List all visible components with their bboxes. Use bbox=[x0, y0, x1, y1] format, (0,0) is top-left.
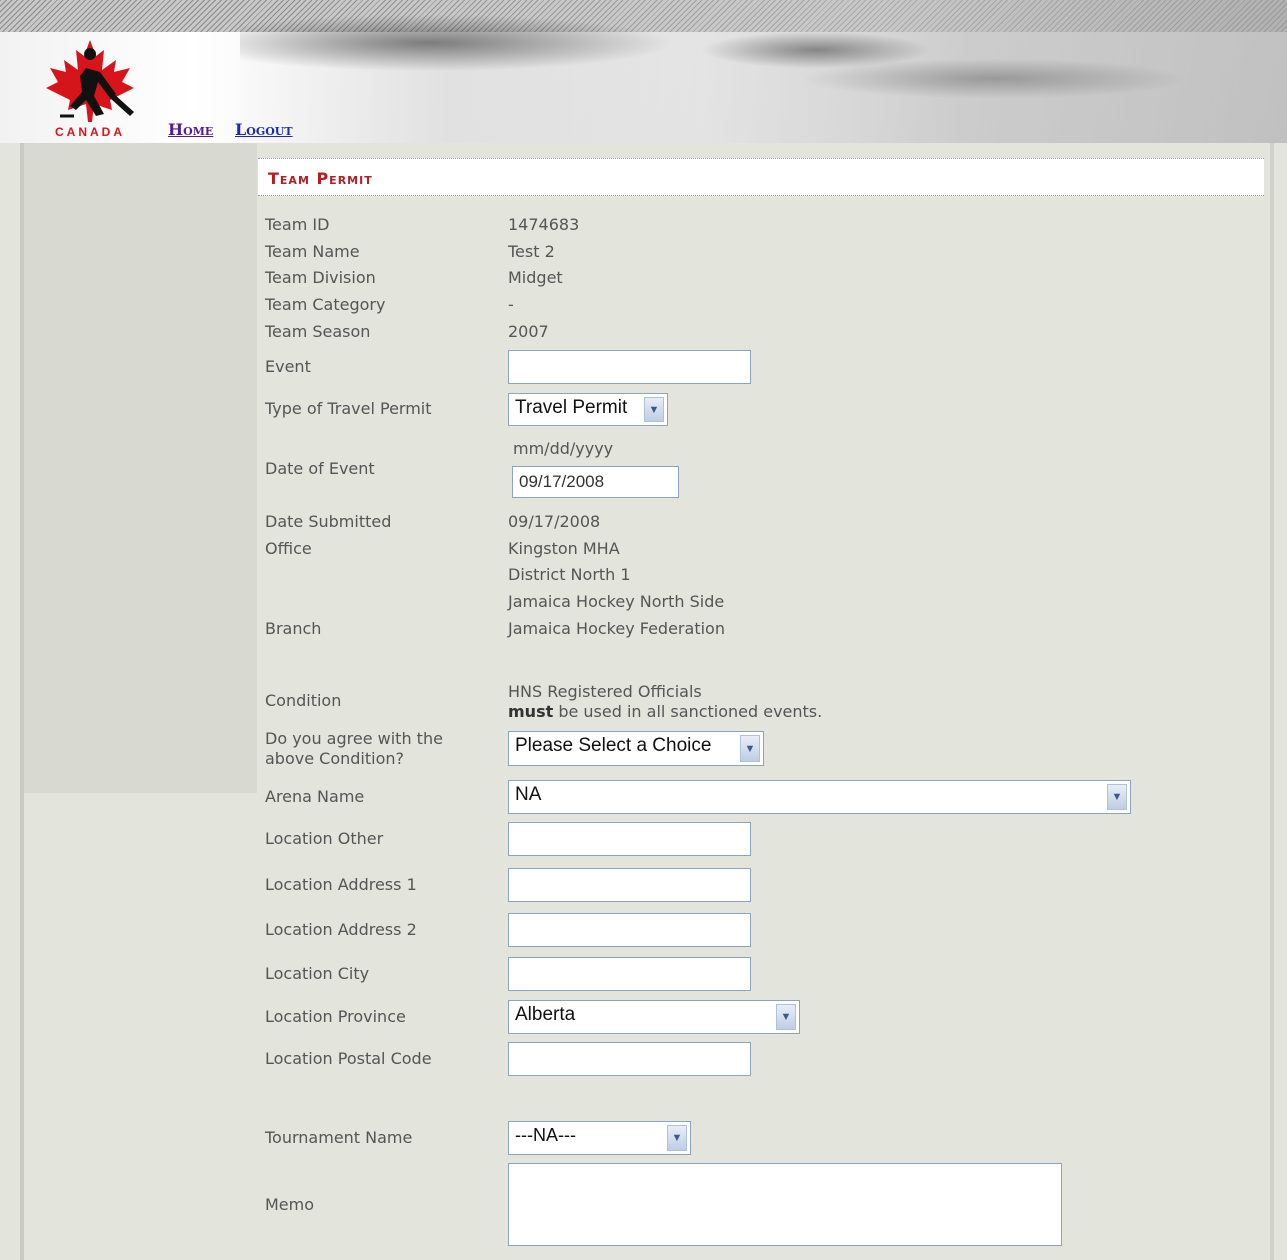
location-address-1-input[interactable] bbox=[508, 868, 751, 902]
location-address-1-label: Location Address 1 bbox=[265, 875, 417, 894]
team-category-label: Team Category bbox=[265, 295, 386, 314]
travel-permit-type-select[interactable]: Travel Permit ▼ bbox=[508, 393, 668, 426]
tournament-name-select[interactable]: ---NA--- ▼ bbox=[508, 1121, 691, 1155]
condition-line-2-rest: be used in all sanctioned events. bbox=[553, 702, 823, 721]
team-category-value: - bbox=[508, 295, 514, 314]
team-id-label: Team ID bbox=[265, 215, 330, 234]
location-other-input[interactable] bbox=[508, 822, 751, 856]
team-division-value: Midget bbox=[508, 268, 563, 287]
chevron-down-icon[interactable]: ▼ bbox=[644, 397, 664, 422]
date-of-event-label: Date of Event bbox=[265, 459, 375, 478]
branch-value: Jamaica Hockey Federation bbox=[508, 619, 725, 638]
location-city-label: Location City bbox=[265, 964, 370, 983]
arena-name-label: Arena Name bbox=[265, 787, 365, 806]
arena-name-select[interactable]: NA ▼ bbox=[508, 780, 1131, 814]
branch-label: Branch bbox=[265, 619, 322, 638]
location-address-2-label: Location Address 2 bbox=[265, 920, 417, 939]
nav-home-link[interactable]: Home bbox=[168, 120, 213, 139]
agree-label-line-2: above Condition? bbox=[265, 749, 404, 768]
memo-textarea[interactable] bbox=[508, 1163, 1062, 1246]
team-division-label: Team Division bbox=[265, 268, 376, 287]
location-city-input[interactable] bbox=[508, 957, 751, 991]
location-province-selected: Alberta bbox=[515, 1004, 576, 1025]
event-label: Event bbox=[265, 357, 311, 376]
team-name-value: Test 2 bbox=[508, 242, 555, 261]
condition-line-1: HNS Registered Officials bbox=[508, 682, 702, 701]
location-address-2-input[interactable] bbox=[508, 913, 751, 947]
team-name-label: Team Name bbox=[265, 242, 360, 261]
page-title-bar: Team Permit bbox=[258, 158, 1264, 196]
office-line-1: Kingston MHA bbox=[508, 539, 620, 558]
team-season-value: 2007 bbox=[508, 322, 549, 341]
hockey-canada-logo-icon[interactable]: CANADA bbox=[30, 36, 150, 140]
nav-logout-link[interactable]: Logout bbox=[235, 120, 293, 139]
logo-text: CANADA bbox=[55, 125, 125, 139]
office-label: Office bbox=[265, 539, 312, 558]
date-of-event-input[interactable] bbox=[512, 466, 679, 498]
team-id-value: 1474683 bbox=[508, 215, 580, 234]
location-postal-code-label: Location Postal Code bbox=[265, 1049, 432, 1068]
office-line-2: District North 1 bbox=[508, 565, 631, 584]
condition-label: Condition bbox=[265, 691, 342, 710]
chevron-down-icon[interactable]: ▼ bbox=[740, 735, 760, 762]
location-other-label: Location Other bbox=[265, 829, 384, 848]
agree-condition-selected: Please Select a Choice bbox=[515, 735, 712, 756]
agree-label-line-1: Do you agree with the bbox=[265, 729, 443, 748]
team-season-label: Team Season bbox=[265, 322, 371, 341]
travel-permit-type-selected: Travel Permit bbox=[515, 397, 628, 418]
location-province-select[interactable]: Alberta ▼ bbox=[508, 1000, 800, 1034]
sidebar bbox=[24, 143, 257, 793]
event-input[interactable] bbox=[508, 350, 751, 384]
date-submitted-label: Date Submitted bbox=[265, 512, 392, 531]
page-title: Team Permit bbox=[268, 169, 373, 188]
right-border bbox=[1270, 143, 1274, 1260]
arena-name-selected: NA bbox=[515, 784, 542, 805]
tournament-name-selected: ---NA--- bbox=[515, 1125, 576, 1145]
date-format-hint: mm/dd/yyyy bbox=[513, 439, 614, 458]
agree-condition-select[interactable]: Please Select a Choice ▼ bbox=[508, 731, 764, 766]
tournament-name-label: Tournament Name bbox=[265, 1128, 413, 1147]
condition-emphasis: must bbox=[508, 702, 554, 721]
chevron-down-icon[interactable]: ▼ bbox=[667, 1125, 687, 1151]
hockey-photo bbox=[240, 0, 1287, 143]
condition-line-2: must be used in all sanctioned events. bbox=[508, 702, 822, 722]
location-postal-code-input[interactable] bbox=[508, 1042, 751, 1076]
location-province-label: Location Province bbox=[265, 1007, 406, 1026]
date-submitted-value: 09/17/2008 bbox=[508, 512, 601, 531]
chevron-down-icon[interactable]: ▼ bbox=[776, 1004, 796, 1030]
chevron-down-icon[interactable]: ▼ bbox=[1107, 784, 1127, 810]
travel-permit-type-label: Type of Travel Permit bbox=[265, 399, 432, 418]
memo-label: Memo bbox=[265, 1195, 315, 1214]
office-line-3: Jamaica Hockey North Side bbox=[508, 592, 725, 611]
